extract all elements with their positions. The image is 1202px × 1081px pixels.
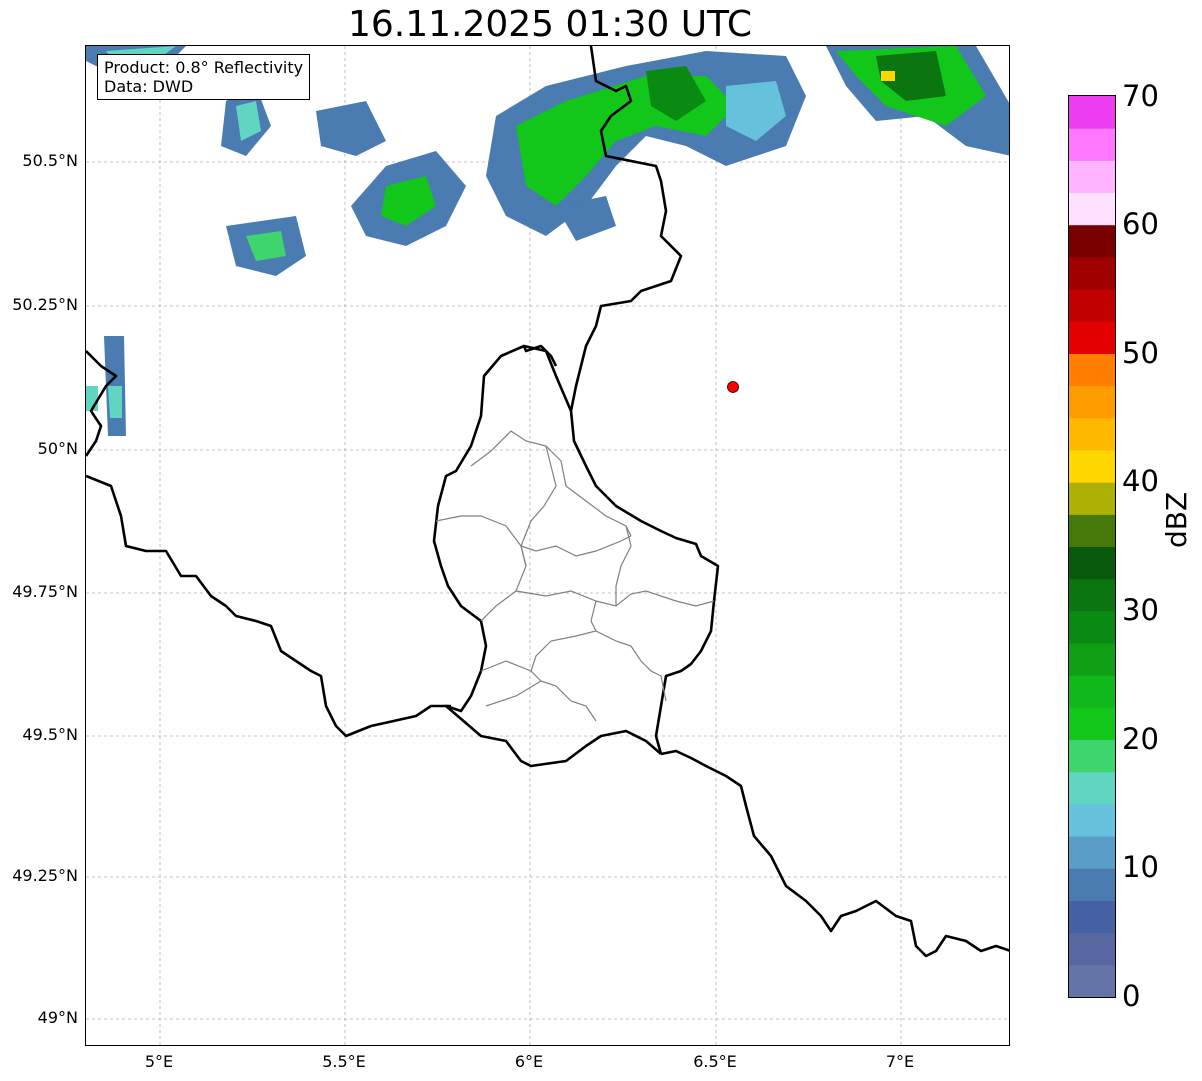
colorbar-tick: 50 [1122,336,1159,370]
lat-tick: 49°N [37,1008,78,1027]
colorbar-swatch [1069,610,1115,644]
colorbar-tick: 70 [1122,79,1159,113]
colorbar-swatch [1069,96,1115,129]
colorbar-tick: 0 [1122,979,1141,1013]
colorbar-swatch [1069,192,1115,226]
colorbar-swatch [1069,868,1115,901]
lon-tick: 6°E [514,1052,544,1071]
colorbar-swatch [1069,932,1115,966]
colorbar-swatches [1069,96,1115,998]
radar-map[interactable] [85,45,1010,1046]
colorbar-swatch [1069,739,1115,773]
colorbar-swatch [1069,353,1115,387]
product-label: Product: 0.8° Reflectivity [104,58,304,77]
colorbar-swatch [1069,256,1115,290]
colorbar-swatch [1069,417,1115,451]
colorbar-swatch [1069,321,1115,354]
product-info-box: Product: 0.8° Reflectivity Data: DWD [97,54,311,100]
lon-tick: 7°E [885,1052,915,1071]
lat-tick: 50.5°N [22,151,78,170]
colorbar-swatch [1069,385,1115,419]
colorbar-swatch [1069,546,1115,580]
lon-tick: 5.5°E [322,1052,366,1071]
map-title: 16.11.2025 01:30 UTC [347,4,753,45]
colorbar-tick: 10 [1122,850,1159,884]
data-source-label: Data: DWD [104,77,194,96]
lat-tick: 50.25°N [12,295,78,314]
colorbar-tick: 30 [1122,593,1159,627]
colorbar-swatch [1069,160,1115,194]
colorbar-label: dBZ [1160,491,1193,548]
colorbar-tick: 60 [1122,207,1159,241]
colorbar-swatch [1069,514,1115,547]
colorbar-swatch [1069,482,1115,515]
colorbar-swatch [1069,707,1115,741]
lat-tick: 49.75°N [12,582,78,601]
colorbar-swatch [1069,643,1115,676]
colorbar-swatch [1069,128,1115,161]
radar-station-marker [727,381,739,393]
colorbar-swatch [1069,771,1115,805]
colorbar-swatch [1069,900,1115,934]
map-canvas [86,46,1009,1045]
colorbar-swatch [1069,289,1115,322]
lon-tick: 6.5°E [693,1052,737,1071]
colorbar-swatch [1069,964,1115,998]
lat-tick: 49.5°N [22,725,78,744]
colorbar-swatch [1069,224,1115,258]
colorbar-tick: 20 [1122,722,1159,756]
colorbar [1068,95,1116,998]
colorbar-swatch [1069,578,1115,612]
lat-tick: 49.25°N [12,866,78,885]
colorbar-swatch [1069,449,1115,483]
radar-echoes [86,46,1009,436]
lat-tick: 50°N [37,439,78,458]
colorbar-swatch [1069,675,1115,708]
colorbar-tick: 40 [1122,464,1159,498]
colorbar-swatch [1069,803,1115,837]
lon-tick: 5°E [144,1052,174,1071]
colorbar-swatch [1069,836,1115,869]
